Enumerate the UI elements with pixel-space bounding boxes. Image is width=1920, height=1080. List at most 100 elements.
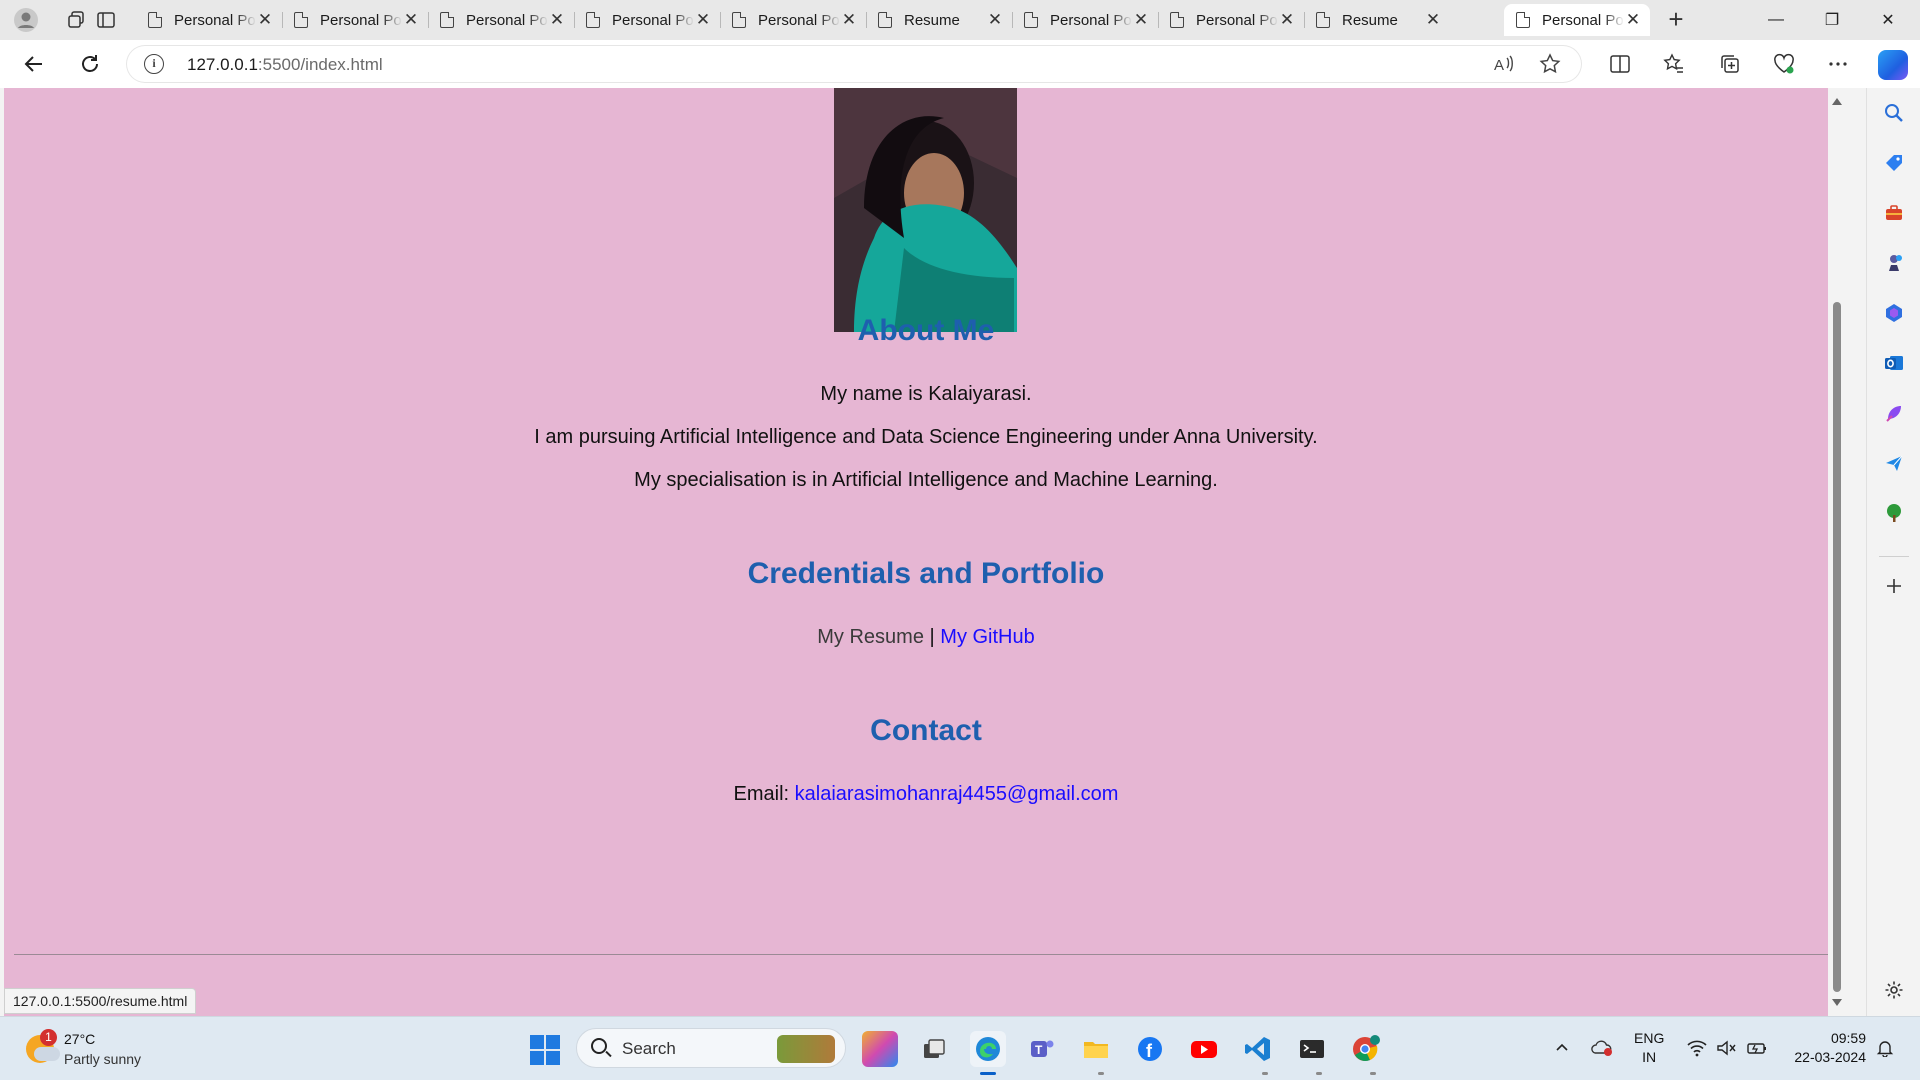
outlook-icon[interactable] (1882, 351, 1906, 375)
tab-close-icon[interactable]: ✕ (402, 10, 420, 30)
svg-text:T: T (1035, 1043, 1043, 1057)
vscode-app-icon[interactable] (1240, 1031, 1276, 1067)
minimize-button[interactable]: — (1748, 0, 1804, 40)
page-icon (1316, 12, 1330, 28)
clock-time: 09:59 (1830, 1030, 1866, 1046)
tab-close-icon[interactable]: ✕ (1424, 10, 1442, 30)
tab-close-icon[interactable]: ✕ (1132, 10, 1150, 30)
copilot-app-icon[interactable] (862, 1031, 898, 1067)
edge-app-icon[interactable] (970, 1031, 1006, 1067)
chrome-app-icon[interactable] (1348, 1031, 1384, 1067)
terminal-app-icon[interactable] (1294, 1031, 1330, 1067)
svg-text:A: A (1494, 57, 1504, 74)
scroll-down-arrow-icon[interactable] (1832, 999, 1842, 1006)
page-icon (148, 12, 162, 28)
github-link[interactable]: My GitHub (940, 626, 1034, 648)
scrollbar-thumb[interactable] (1833, 302, 1841, 992)
vertical-scrollbar[interactable] (1828, 88, 1846, 1016)
copilot-icon[interactable] (1878, 50, 1908, 80)
page-icon (732, 12, 746, 28)
onedrive-status-icon[interactable] (1590, 1039, 1614, 1062)
browser-tab[interactable]: Personal Portfolio ✕ (282, 4, 428, 36)
browser-tab[interactable]: Personal Portfolio ✕ (574, 4, 720, 36)
workspaces-icon[interactable] (62, 6, 90, 34)
browser-tab[interactable]: Resume ✕ (1304, 4, 1450, 36)
browser-tab[interactable]: Resume ✕ (866, 4, 1012, 36)
page-icon (878, 12, 892, 28)
tab-close-icon[interactable]: ✕ (548, 10, 566, 30)
email-link[interactable]: kalaiarasimohanraj4455@gmail.com (795, 783, 1119, 805)
maximize-button[interactable]: ❐ (1804, 0, 1860, 40)
wifi-icon[interactable] (1686, 1039, 1708, 1062)
more-options-icon[interactable] (1824, 50, 1852, 78)
browser-tab[interactable]: Personal Portfolio ✕ (428, 4, 574, 36)
send-paper-plane-icon[interactable] (1882, 451, 1906, 475)
read-aloud-icon[interactable]: A (1492, 52, 1516, 82)
scroll-up-arrow-icon[interactable] (1832, 98, 1842, 105)
file-explorer-icon[interactable] (1078, 1031, 1114, 1067)
profile-photo (834, 88, 1017, 332)
browser-tab[interactable]: Personal Portfolio ✕ (1158, 4, 1304, 36)
tab-close-icon[interactable]: ✕ (694, 10, 712, 30)
favorite-star-icon[interactable] (1538, 52, 1562, 82)
search-icon[interactable] (1882, 101, 1906, 125)
weather-widget[interactable]: 1 27°C Partly sunny (20, 1027, 220, 1071)
search-icon (591, 1038, 607, 1054)
tools-briefcase-icon[interactable] (1882, 201, 1906, 225)
settings-gear-icon[interactable] (1882, 978, 1906, 1002)
browser-tab[interactable]: Personal Portfolio ✕ (1012, 4, 1158, 36)
facebook-app-icon[interactable]: f (1132, 1031, 1168, 1067)
tab-title: Personal Portfolio (758, 11, 840, 29)
address-url[interactable]: 127.0.0.1:5500/index.html (187, 55, 383, 75)
tree-icon[interactable] (1882, 501, 1906, 525)
new-tab-button[interactable]: + (1660, 6, 1692, 34)
system-clock[interactable]: 09:59 22-03-2024 (1786, 1029, 1866, 1067)
running-indicator (1316, 1072, 1322, 1075)
about-line: My specialisation is in Artificial Intel… (634, 469, 1218, 491)
start-button[interactable] (530, 1035, 560, 1065)
refresh-button[interactable] (74, 49, 106, 79)
page-icon (440, 12, 454, 28)
microsoft-365-icon[interactable] (1882, 301, 1906, 325)
shopping-tag-icon[interactable] (1882, 151, 1906, 175)
volume-muted-icon[interactable] (1716, 1039, 1736, 1062)
youtube-app-icon[interactable] (1186, 1031, 1222, 1067)
tab-close-icon[interactable]: ✕ (1624, 10, 1642, 30)
contact-heading: Contact (870, 714, 982, 747)
tab-actions-icon[interactable] (92, 6, 120, 34)
split-screen-icon[interactable] (1606, 50, 1634, 78)
show-hidden-icons-chevron-icon[interactable] (1554, 1039, 1570, 1060)
address-bar[interactable]: i 127.0.0.1:5500/index.html A (126, 45, 1582, 83)
tab-close-icon[interactable]: ✕ (256, 10, 274, 30)
back-button[interactable] (18, 49, 50, 79)
battery-icon[interactable] (1746, 1039, 1768, 1062)
language-code: ENG (1634, 1030, 1665, 1046)
designer-icon[interactable] (1882, 401, 1906, 425)
tab-close-icon[interactable]: ✕ (840, 10, 858, 30)
collections-icon[interactable] (1716, 50, 1744, 78)
tab-close-icon[interactable]: ✕ (986, 10, 1004, 30)
add-sidebar-app-icon[interactable] (1882, 574, 1906, 598)
tab-title: Personal Portfolio (1196, 11, 1278, 29)
profile-icon[interactable] (12, 6, 40, 34)
games-icon[interactable] (1882, 251, 1906, 275)
taskbar-search[interactable]: Search (576, 1028, 846, 1068)
resume-link[interactable]: My Resume (817, 626, 924, 648)
about-line: My name is Kalaiyarasi. (820, 383, 1032, 405)
browser-tab-active[interactable]: Personal Portfolio ✕ (1504, 4, 1650, 36)
url-host: 127.0.0.1 (187, 55, 258, 74)
close-window-button[interactable]: ✕ (1860, 0, 1916, 40)
task-view-icon[interactable] (916, 1031, 952, 1067)
running-indicator (1098, 1072, 1104, 1075)
tab-close-icon[interactable]: ✕ (1278, 10, 1296, 30)
favorites-icon[interactable] (1660, 50, 1688, 78)
page-icon (1516, 12, 1530, 28)
input-language[interactable]: ENG IN (1634, 1029, 1664, 1067)
notification-bell-icon[interactable] (1876, 1039, 1894, 1062)
teams-app-icon[interactable]: T (1024, 1031, 1060, 1067)
browser-tab[interactable]: Personal Portfolio ✕ (136, 4, 282, 36)
browser-tab[interactable]: Personal Portfolio ✕ (720, 4, 866, 36)
browser-essentials-icon[interactable] (1770, 50, 1798, 78)
tab-title: Resume (1342, 11, 1398, 29)
site-info-icon[interactable]: i (144, 54, 164, 74)
